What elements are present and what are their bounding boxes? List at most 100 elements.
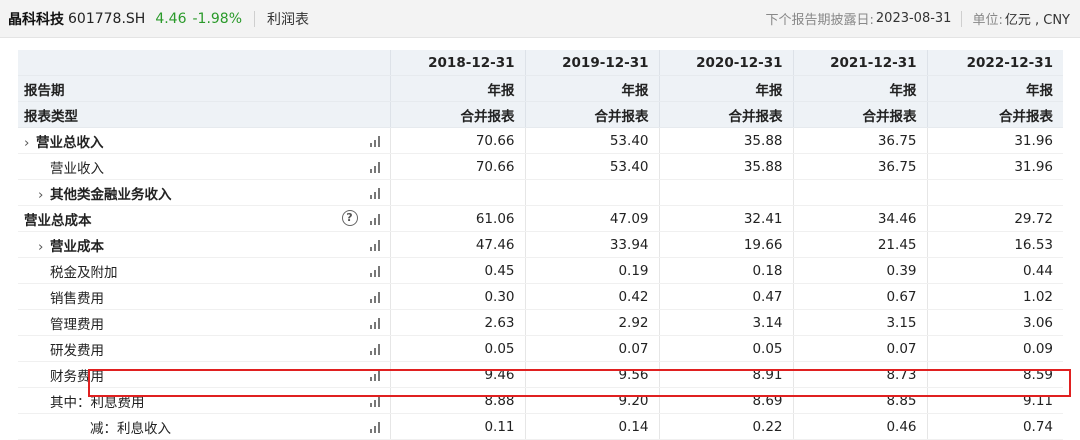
cell-value: 53.40	[524, 153, 659, 180]
col-date[interactable]: 2022-12-31	[926, 50, 1063, 76]
stock-info: 晶科科技 601778.SH 4.46 -1.98% 利润表	[8, 0, 309, 37]
report-type-value: 合并报表	[926, 101, 1063, 128]
cell-value: 8.91	[658, 361, 793, 388]
table-row: 营业总成本? 61.06 47.09 32.41 34.46 29.72	[18, 205, 1063, 232]
cell-value: 36.75	[792, 153, 927, 180]
cell-value	[524, 179, 659, 206]
row-label-text: 营业成本	[50, 238, 104, 255]
cell-value: 47.46	[389, 231, 525, 258]
cell-value: 0.19	[524, 257, 659, 284]
cell-value: 0.18	[658, 257, 793, 284]
bar-chart-icon[interactable]	[369, 422, 382, 433]
report-meta: 下个报告期披露日: 2023-08-31 单位: 亿元 , CNY	[766, 0, 1070, 37]
period-value: 年报	[926, 75, 1063, 102]
bar-chart-icon[interactable]	[369, 292, 382, 303]
price-change: -1.98%	[192, 10, 243, 27]
top-bar: 晶科科技 601778.SH 4.46 -1.98% 利润表 下个报告期披露日:…	[0, 0, 1080, 38]
col-date[interactable]: 2019-12-31	[524, 50, 659, 76]
row-label-text: 研发费用	[50, 342, 104, 359]
bar-chart-icon[interactable]	[369, 396, 382, 407]
cell-value: 33.94	[524, 231, 659, 258]
cell-value: 19.66	[658, 231, 793, 258]
cell-value: 32.41	[658, 205, 793, 232]
cell-value	[792, 179, 927, 206]
cell-value: 3.14	[658, 309, 793, 336]
period-label: 报告期	[18, 75, 390, 102]
cell-value: 31.96	[926, 153, 1063, 180]
chevron-right-icon[interactable]: ›	[24, 135, 36, 151]
cell-value: 0.74	[926, 413, 1063, 440]
bar-chart-icon[interactable]	[369, 344, 382, 355]
table-row: 税金及附加 0.45 0.19 0.18 0.39 0.44	[18, 257, 1063, 284]
period-value: 年报	[792, 75, 927, 102]
income-statement-table: 2018-12-31 2019-12-31 2020-12-31 2021-12…	[18, 50, 1063, 440]
cell-value: 61.06	[389, 205, 525, 232]
bar-chart-icon[interactable]	[369, 318, 382, 329]
col-date[interactable]: 2020-12-31	[658, 50, 793, 76]
chevron-right-icon[interactable]: ›	[38, 187, 50, 203]
cell-value: 0.22	[658, 413, 793, 440]
bar-chart-icon[interactable]	[369, 240, 382, 251]
bar-chart-icon[interactable]	[369, 370, 382, 381]
row-label: 营业总成本?	[18, 205, 390, 232]
table-row: › 营业总收入 70.66 53.40 35.88 36.75 31.96	[18, 127, 1063, 154]
stock-code: 601778.SH	[68, 10, 146, 27]
cell-value: 0.09	[926, 335, 1063, 362]
row-label: 其中：利息费用	[18, 387, 390, 414]
table-row: 管理费用 2.63 2.92 3.14 3.15 3.06	[18, 309, 1063, 336]
row-label-text: 其他类金融业务收入	[50, 186, 172, 203]
cell-value: 36.75	[792, 127, 927, 154]
col-date[interactable]: 2021-12-31	[792, 50, 927, 76]
table-row: 销售费用 0.30 0.42 0.47 0.67 1.02	[18, 283, 1063, 310]
bar-chart-icon[interactable]	[369, 214, 382, 225]
row-label: 研发费用	[18, 335, 390, 362]
table-row: 研发费用 0.05 0.07 0.05 0.07 0.09	[18, 335, 1063, 362]
cell-value: 53.40	[524, 127, 659, 154]
bar-chart-icon[interactable]	[369, 162, 382, 173]
row-label[interactable]: › 其他类金融业务收入	[18, 179, 390, 206]
row-label: 营业收入	[18, 153, 390, 180]
bar-chart-icon[interactable]	[369, 188, 382, 199]
period-row: 报告期 年报 年报 年报 年报 年报	[18, 75, 1063, 102]
question-circle-icon[interactable]: ?	[341, 210, 358, 226]
divider	[961, 10, 963, 27]
row-label-text: 销售费用	[50, 290, 104, 307]
row-label[interactable]: › 营业成本	[18, 231, 390, 258]
cell-value: 8.88	[389, 387, 525, 414]
cell-value: 0.14	[524, 413, 659, 440]
date-header-row: 2018-12-31 2019-12-31 2020-12-31 2021-12…	[18, 50, 1063, 76]
next-report-date: 2023-08-31	[875, 11, 952, 26]
cell-value: 0.47	[658, 283, 793, 310]
cell-value: 70.66	[389, 153, 525, 180]
cell-value: 0.11	[389, 413, 525, 440]
bar-chart-icon[interactable]	[369, 136, 382, 147]
cell-value: 8.69	[658, 387, 793, 414]
cell-value: 0.07	[524, 335, 659, 362]
cell-value: 16.53	[926, 231, 1063, 258]
cell-value: 0.45	[389, 257, 525, 284]
cell-value: 47.09	[524, 205, 659, 232]
period-value: 年报	[389, 75, 525, 102]
cell-value: 3.15	[792, 309, 927, 336]
chevron-right-icon[interactable]: ›	[38, 239, 50, 255]
row-label-text: 营业收入	[50, 160, 104, 177]
stock-price: 4.46	[155, 10, 187, 27]
row-label-text: 减：利息收入	[90, 420, 171, 437]
cell-value: 9.20	[524, 387, 659, 414]
col-date[interactable]: 2018-12-31	[389, 50, 525, 76]
table-row: › 其他类金融业务收入	[18, 179, 1063, 206]
cell-value: 31.96	[926, 127, 1063, 154]
cell-value: 0.30	[389, 283, 525, 310]
header-corner	[18, 50, 390, 76]
table-row: 财务费用 9.46 9.56 8.91 8.73 8.59	[18, 361, 1063, 388]
bar-chart-icon[interactable]	[369, 266, 382, 277]
report-type-value: 合并报表	[389, 101, 525, 128]
cell-value: 0.39	[792, 257, 927, 284]
row-label[interactable]: › 营业总收入	[18, 127, 390, 154]
row-label: 财务费用	[18, 361, 390, 388]
report-type-row: 报表类型 合并报表 合并报表 合并报表 合并报表 合并报表	[18, 101, 1063, 128]
cell-value: 2.63	[389, 309, 525, 336]
cell-value: 9.11	[926, 387, 1063, 414]
cell-value: 70.66	[389, 127, 525, 154]
cell-value: 2.92	[524, 309, 659, 336]
